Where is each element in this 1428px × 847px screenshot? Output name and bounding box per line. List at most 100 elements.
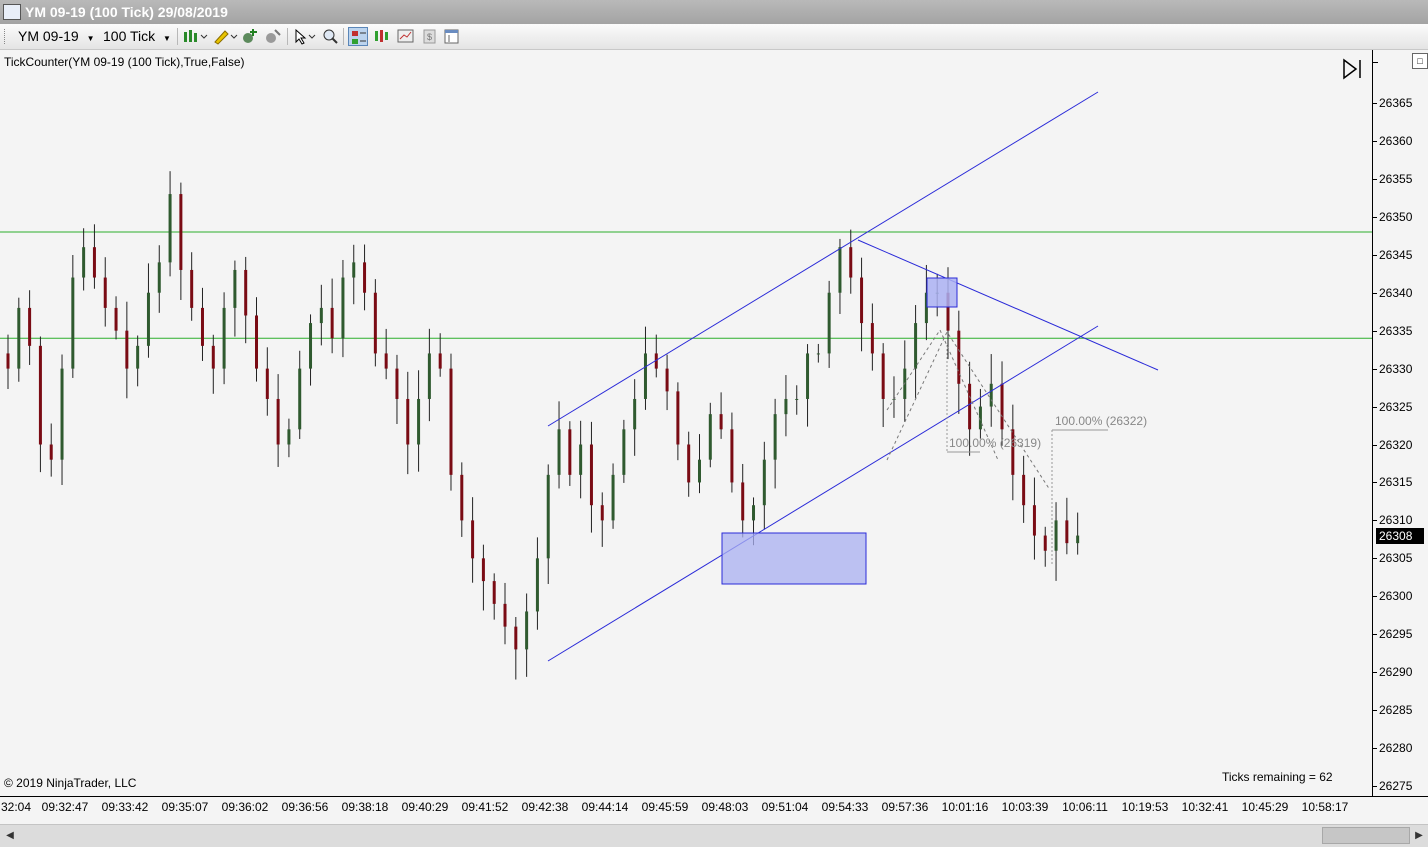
window-titlebar: YM 09-19 (100 Tick) 29/08/2019: [0, 0, 1428, 24]
candle-down: [276, 398, 280, 445]
candle-up: [773, 414, 777, 460]
draw-pencil-icon[interactable]: [212, 27, 238, 46]
candle-down: [719, 414, 723, 430]
price-label: 26315: [1379, 475, 1413, 490]
candle-up: [546, 474, 550, 559]
candle-up: [136, 345, 140, 369]
candle-down: [730, 429, 734, 483]
price-tick: [1372, 520, 1377, 522]
candle-down: [179, 194, 183, 270]
candle-down: [373, 292, 377, 354]
scroll-left-icon[interactable]: ◀: [2, 828, 18, 844]
zone-rectangle: [721, 532, 867, 585]
zoom-icon[interactable]: [320, 27, 340, 46]
price-label: 26345: [1379, 247, 1413, 262]
candle-up: [233, 269, 237, 308]
horizontal-scrollbar[interactable]: ◀ ▶: [0, 824, 1428, 847]
price-tick: [1372, 710, 1377, 712]
time-label: 10:03:39: [1001, 800, 1049, 814]
candle-down: [676, 391, 680, 445]
candle-down: [114, 307, 118, 331]
candle-up: [82, 247, 86, 278]
candle-down: [244, 269, 248, 316]
time-label: 09:51:04: [761, 800, 809, 814]
scrollbar-thumb[interactable]: [1322, 827, 1410, 844]
time-label: 09:36:02: [221, 800, 269, 814]
cursor-icon[interactable]: [292, 27, 316, 46]
candle-up: [579, 444, 583, 475]
price-chart[interactable]: 100.00% (26322) 100.00% (26319): [0, 50, 1372, 796]
chart-trader-icon[interactable]: [348, 27, 368, 46]
candle-up: [535, 558, 539, 612]
strategy-icon[interactable]: [263, 27, 283, 46]
candle-down: [881, 353, 885, 399]
time-label: 09:38:18: [341, 800, 389, 814]
price-label: 26285: [1379, 703, 1413, 718]
properties-icon[interactable]: [396, 27, 416, 46]
chart-panel[interactable]: 100.00% (26322) 100.00% (26319): [0, 50, 1372, 796]
axis-settings-icon[interactable]: □: [1412, 53, 1428, 69]
data-box-icon[interactable]: [372, 27, 392, 46]
price-label: 26275: [1379, 779, 1413, 793]
candle-down: [1065, 520, 1069, 544]
add-indicator-icon[interactable]: [240, 27, 260, 46]
time-label: 09:36:56: [281, 800, 329, 814]
price-tick: [1372, 254, 1377, 256]
bar-style-icon[interactable]: [182, 27, 208, 46]
toolbar-grip-icon[interactable]: [4, 29, 8, 44]
candle-down: [870, 323, 874, 354]
time-label: 32:04: [0, 800, 32, 814]
last-price-marker: 26308: [1376, 527, 1424, 544]
candle-up: [1076, 535, 1080, 544]
interval-label: 100 Tick: [103, 28, 156, 44]
price-label: 26310: [1379, 513, 1413, 528]
price-label: 26340: [1379, 285, 1413, 300]
time-label: 10:01:16: [941, 800, 989, 814]
candle-up: [752, 505, 756, 521]
indicator-label: TickCounter(YM 09-19 (100 Tick),True,Fal…: [4, 55, 245, 69]
time-label: 10:06:11: [1062, 800, 1108, 814]
candle-down: [589, 444, 593, 506]
price-tick: [1372, 634, 1377, 636]
fib-label: 100.00% (26322): [1055, 414, 1147, 428]
instrument-selector[interactable]: YM 09-19 ▼: [18, 27, 95, 46]
candle-down: [460, 474, 464, 521]
price-tick: [1372, 216, 1377, 218]
price-tick: [1372, 444, 1377, 446]
time-axis[interactable]: 32:04 09:32:47 09:33:42 09:35:07 09:36:02 09:…: [0, 796, 1428, 819]
candle-down: [406, 398, 410, 445]
time-label: 10:32:41: [1181, 800, 1229, 814]
time-label: 09:45:59: [641, 800, 689, 814]
candle-up: [914, 323, 918, 369]
price-axis[interactable]: 26365 26360 26355 26350 26345 26340 26335 26330…: [1372, 50, 1428, 796]
scroll-right-icon[interactable]: ▶: [1412, 828, 1426, 844]
toolbar-separator: [287, 28, 288, 45]
price-label: 26305: [1379, 551, 1413, 566]
price-label: 26335: [1379, 323, 1413, 338]
candle-down: [363, 262, 367, 293]
candle-up: [168, 194, 172, 263]
candle-down: [200, 307, 204, 346]
price-tick: [1372, 748, 1377, 750]
candle-up: [708, 414, 712, 460]
candle-up: [525, 611, 529, 650]
price-tick: [1372, 596, 1377, 598]
window-layout-icon[interactable]: [442, 27, 462, 46]
price-tick: [1372, 103, 1377, 104]
app-chart-icon: [3, 4, 21, 20]
scroll-to-end-icon[interactable]: [1342, 58, 1364, 80]
candle-down: [330, 307, 334, 339]
fib-label: 100.00% (26319): [949, 436, 1041, 450]
candle-down: [665, 368, 669, 392]
interval-selector[interactable]: 100 Tick ▼: [103, 27, 171, 46]
candle-down: [481, 558, 485, 582]
candle-up: [1054, 520, 1058, 551]
candle-down: [449, 368, 453, 475]
price-tick: [1372, 140, 1377, 142]
toolbar-separator: [343, 28, 344, 45]
zone-rectangle-small: [926, 277, 958, 308]
time-label: 09:41:52: [461, 800, 509, 814]
price-marker-icon[interactable]: $: [420, 27, 440, 46]
candle-up: [146, 292, 150, 346]
price-label: 26360: [1379, 133, 1413, 148]
